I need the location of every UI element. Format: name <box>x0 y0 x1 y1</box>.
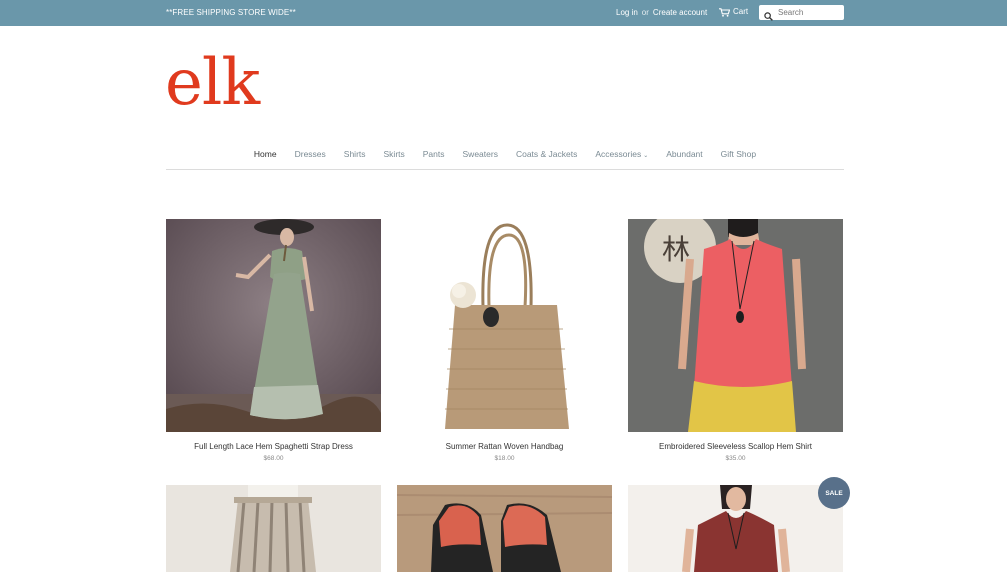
svg-text:林: 林 <box>662 233 690 266</box>
product-title[interactable]: Summer Rattan Woven Handbag <box>397 442 612 451</box>
product-image[interactable] <box>166 485 381 572</box>
search-icon[interactable] <box>764 8 773 21</box>
product-price: $35.00 <box>725 455 746 462</box>
cart-link[interactable]: Cart <box>719 7 749 17</box>
or-text: or <box>641 8 649 17</box>
product-image[interactable]: 林 <box>628 219 843 432</box>
store-logo[interactable]: elk <box>165 47 260 119</box>
create-account-link[interactable]: Create account <box>653 8 707 17</box>
nav-shirts[interactable]: Shirts <box>335 148 375 169</box>
product-image[interactable] <box>166 219 381 432</box>
nav-accessories-label: Accessories <box>595 149 642 159</box>
cart-label: Cart <box>733 7 749 16</box>
nav-pants[interactable]: Pants <box>414 148 454 169</box>
announcement-bar: **FREE SHIPPING STORE WIDE** Log in or Cre… <box>0 0 1007 26</box>
search-input[interactable] <box>778 6 840 19</box>
product-image[interactable] <box>397 485 612 572</box>
account-links: Log in or Create account <box>616 8 707 17</box>
free-shipping-banner: **FREE SHIPPING STORE WIDE** <box>166 8 296 17</box>
cart-icon <box>719 7 730 17</box>
nav-skirts[interactable]: Skirts <box>375 148 414 169</box>
product-image[interactable] <box>397 219 612 432</box>
product-price: $68.00 <box>263 455 284 462</box>
product-title[interactable]: Embroidered Sleeveless Scallop Hem Shirt <box>628 442 843 451</box>
product-price: $18.00 <box>494 455 515 462</box>
nav-sweaters[interactable]: Sweaters <box>454 148 507 169</box>
nav-dresses[interactable]: Dresses <box>286 148 335 169</box>
product-image[interactable] <box>628 485 843 572</box>
main-navigation: Home Dresses Shirts Skirts Pants Sweater… <box>166 148 844 170</box>
sale-badge: SALE <box>818 477 850 509</box>
login-link[interactable]: Log in <box>616 8 638 17</box>
nav-gift-shop[interactable]: Gift Shop <box>712 148 765 169</box>
nav-abundant[interactable]: Abundant <box>657 148 711 169</box>
product-title[interactable]: Full Length Lace Hem Spaghetti Strap Dre… <box>166 442 381 451</box>
nav-accessories[interactable]: Accessories ⌄ <box>586 148 657 169</box>
chevron-down-icon: ⌄ <box>643 153 649 159</box>
search-box[interactable] <box>759 5 844 21</box>
nav-home[interactable]: Home <box>245 148 286 169</box>
nav-coats-jackets[interactable]: Coats & Jackets <box>507 148 586 169</box>
